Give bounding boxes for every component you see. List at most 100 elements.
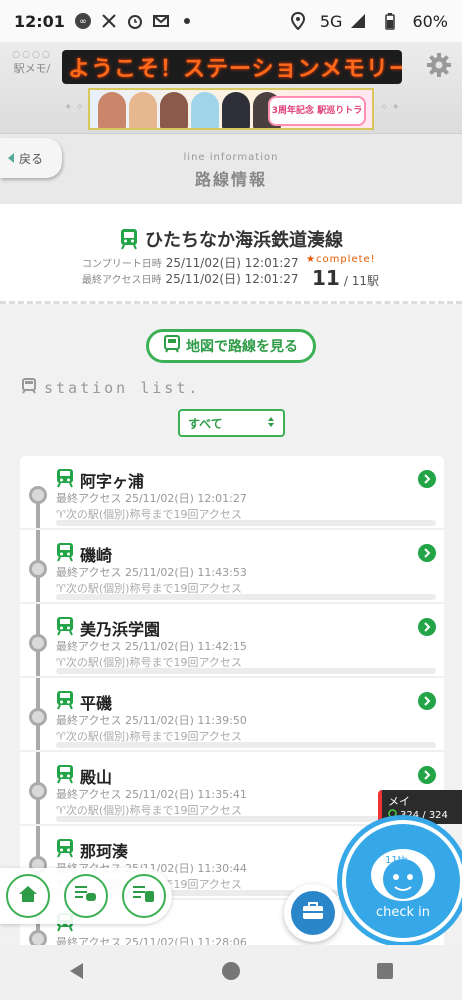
sparkle-left: ✦ ✧ [64, 102, 84, 113]
mei-name: メイ [388, 795, 410, 808]
train-icon [164, 335, 180, 357]
station-node-icon [29, 634, 47, 652]
signal-icon [348, 11, 368, 31]
checkin-badge: 11th [385, 855, 408, 866]
access-date-label: 最終アクセス日時 [82, 275, 162, 286]
gear-icon[interactable] [426, 52, 452, 78]
view-map-label: 地図で路線を見る [186, 339, 298, 355]
recents-square-icon[interactable] [376, 962, 394, 984]
station-node-icon [29, 782, 47, 800]
list-station-icon [132, 884, 156, 908]
station-name-wrap: 那珂湊 [56, 838, 128, 862]
alarm-icon [125, 11, 145, 31]
list-train-icon [74, 884, 98, 908]
line-list-button[interactable] [64, 874, 108, 918]
item-bag-circle [291, 891, 335, 935]
station-count: 11/ 11駅 [312, 266, 379, 290]
checkin-character-icon: 11th [371, 849, 435, 901]
station-row[interactable]: 阿字ヶ浦 最終アクセス 25/11/02(日) 12:01:27 ♈次の駅(個別)称… [20, 456, 444, 530]
chevron-right-icon[interactable] [418, 618, 436, 636]
logo-dots: ○○○○ [12, 50, 52, 60]
marquee-text: ようこそ！ステーションメモリーズ [68, 57, 402, 82]
item-bag-button[interactable] [284, 884, 342, 942]
train-icon [56, 616, 74, 640]
banner-character [191, 92, 219, 128]
home-button[interactable] [6, 874, 50, 918]
banner-character [129, 92, 157, 128]
status-bar: 12:01 ∞ 5G 60% [0, 0, 462, 42]
home-circle-icon[interactable] [221, 961, 241, 985]
station-name-wrap: 磯崎 [56, 542, 112, 566]
station-filter-select[interactable]: すべて [178, 409, 285, 437]
train-icon [22, 378, 36, 398]
station-row[interactable]: 磯崎 最終アクセス 25/11/02(日) 11:43:53 ♈次の駅(個別)称号ま… [20, 530, 444, 604]
station-progress-bar [56, 668, 436, 674]
station-name: 磯崎 [80, 546, 113, 565]
line-title: ひたちなか海浜鉄道湊線 [0, 226, 462, 252]
marquee-display: ようこそ！ステーションメモリーズ [62, 50, 402, 84]
station-row[interactable]: 平磯 最終アクセス 25/11/02(日) 11:39:50 ♈次の駅(個別)称号ま… [20, 678, 444, 752]
station-count-total: / 11駅 [343, 274, 379, 288]
line-info-card: ひたちなか海浜鉄道湊線 コンプリート日時 25/11/02(日) 12:01:27… [0, 204, 462, 304]
nav-row: 戻る line information 路線情報 [0, 134, 462, 204]
station-last-access: 最終アクセス 25/11/02(日) 11:42:15 [56, 640, 247, 653]
chevron-right-icon[interactable] [418, 766, 436, 784]
battery-label: 60% [412, 11, 448, 31]
station-progress-bar [56, 742, 436, 748]
station-name-wrap: 殿山 [56, 764, 112, 788]
complete-date-label: コンプリート日時 [82, 259, 162, 270]
station-name: 那珂湊 [80, 842, 129, 861]
station-name-wrap: 美乃浜学園 [56, 616, 160, 640]
station-last-access: 最終アクセス 25/11/02(日) 11:35:41 [56, 788, 247, 801]
station-node-icon [29, 560, 47, 578]
sparkle-right: ✧ ✦ [380, 102, 400, 113]
mei-badge[interactable]: メイ 324 / 324 [378, 790, 462, 824]
line-meta: コンプリート日時 25/11/02(日) 12:01:27 最終アクセス日時 25/… [82, 256, 299, 288]
station-row[interactable]: 美乃浜学園 最終アクセス 25/11/02(日) 11:42:15 ♈次の駅(個別)… [20, 604, 444, 678]
station-name: 美乃浜学園 [80, 620, 161, 639]
station-list-button[interactable] [122, 874, 166, 918]
chevron-right-icon[interactable] [418, 470, 436, 488]
train-icon [56, 838, 74, 862]
access-date: 25/11/02(日) 12:01:27 [165, 272, 299, 286]
station-last-access: 最終アクセス 25/11/02(日) 11:39:50 [56, 714, 247, 727]
train-icon [56, 690, 74, 714]
page-title: 路線情報 [194, 170, 267, 189]
complete-badge: ★complete! [306, 254, 376, 265]
status-time: 12:01 [14, 11, 65, 31]
line-name: ひたちなか海浜鉄道湊線 [145, 230, 343, 251]
mail-icon [151, 11, 171, 31]
station-name: 殿山 [80, 768, 113, 787]
filter-value: すべて [188, 416, 223, 431]
app-logo[interactable]: ○○○○ 駅メモ/ [8, 50, 56, 90]
location-icon [288, 11, 308, 31]
back-triangle-icon[interactable] [68, 962, 86, 984]
checkin-label: check in [375, 905, 431, 920]
station-name: 阿字ヶ浦 [80, 472, 145, 491]
station-name-wrap: 平磯 [56, 690, 112, 714]
infinity-icon: ∞ [73, 11, 93, 31]
event-banner[interactable]: 3周年記念 駅巡りトラベル [88, 88, 374, 130]
station-name-wrap: 阿字ヶ浦 [56, 468, 144, 492]
train-icon [56, 542, 74, 566]
station-last-access: 最終アクセス 25/11/02(日) 11:43:53 [56, 566, 247, 579]
banner-character [98, 92, 126, 128]
complete-date: 25/11/02(日) 12:01:27 [165, 256, 299, 270]
battery-icon [380, 11, 400, 31]
x-icon [99, 11, 119, 31]
station-progress-bar [56, 594, 436, 600]
banner-characters [98, 92, 281, 128]
view-map-button[interactable]: 地図で路線を見る [146, 329, 316, 363]
train-icon [56, 468, 74, 492]
chevron-right-icon[interactable] [418, 544, 436, 562]
checkin-button[interactable]: 11th check in [342, 820, 462, 942]
page-subtitle: line information [183, 152, 279, 163]
ring-icon [388, 809, 397, 821]
train-icon [119, 228, 139, 250]
station-progress-bar [56, 520, 436, 526]
station-node-icon [29, 486, 47, 504]
banner-character [222, 92, 250, 128]
dot-icon [177, 11, 197, 31]
logo-text: 駅メモ/ [13, 62, 51, 75]
chevron-right-icon[interactable] [418, 692, 436, 710]
